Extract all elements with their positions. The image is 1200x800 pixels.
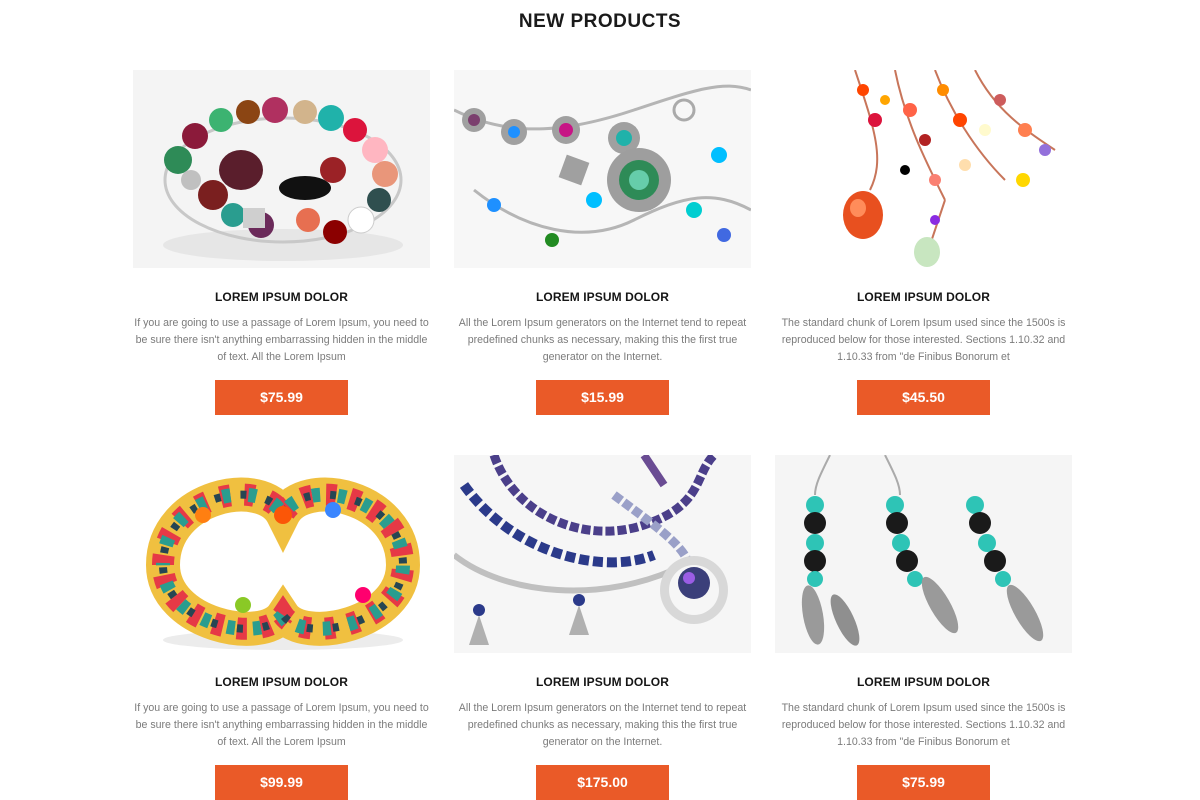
price-button[interactable]: $45.50 [857,380,990,415]
product-card: LOREM IPSUM DOLOR If you are going to us… [133,70,430,415]
product-card: LOREM IPSUM DOLOR The standard chunk of … [775,70,1072,415]
red-pendant-necklace-image[interactable] [775,70,1072,268]
blue-pearl-necklace-image[interactable] [454,455,751,653]
price-button[interactable]: $75.99 [857,765,990,800]
product-name[interactable]: LOREM IPSUM DOLOR [454,290,751,304]
beaded-bracelet-image[interactable] [133,70,430,268]
product-name[interactable]: LOREM IPSUM DOLOR [133,675,430,689]
product-description: All the Lorem Ipsum generators on the In… [458,317,747,363]
product-description: If you are going to use a passage of Lor… [134,702,429,748]
product-description: All the Lorem Ipsum generators on the In… [458,702,747,748]
product-description: The standard chunk of Lorem Ipsum used s… [781,317,1066,363]
product-description: If you are going to use a passage of Lor… [134,317,429,363]
section-title: NEW PRODUCTS [518,11,682,32]
price-button[interactable]: $175.00 [536,765,669,800]
product-description: The standard chunk of Lorem Ipsum used s… [781,702,1066,748]
product-card: LOREM IPSUM DOLOR All the Lorem Ipsum ge… [454,455,751,800]
product-card: LOREM IPSUM DOLOR The standard chunk of … [775,455,1072,800]
product-card: LOREM IPSUM DOLOR All the Lorem Ipsum ge… [454,70,751,415]
colorful-seed-bead-bracelet-image[interactable] [133,455,430,653]
price-button[interactable]: $99.99 [215,765,348,800]
product-name[interactable]: LOREM IPSUM DOLOR [133,290,430,304]
price-button[interactable]: $15.99 [536,380,669,415]
feather-earrings-image[interactable] [775,455,1072,653]
product-name[interactable]: LOREM IPSUM DOLOR [775,675,1072,689]
product-name[interactable]: LOREM IPSUM DOLOR [775,290,1072,304]
product-card: LOREM IPSUM DOLOR If you are going to us… [133,455,430,800]
product-name[interactable]: LOREM IPSUM DOLOR [454,675,751,689]
silver-necklace-image[interactable] [454,70,751,268]
price-button[interactable]: $75.99 [215,380,348,415]
